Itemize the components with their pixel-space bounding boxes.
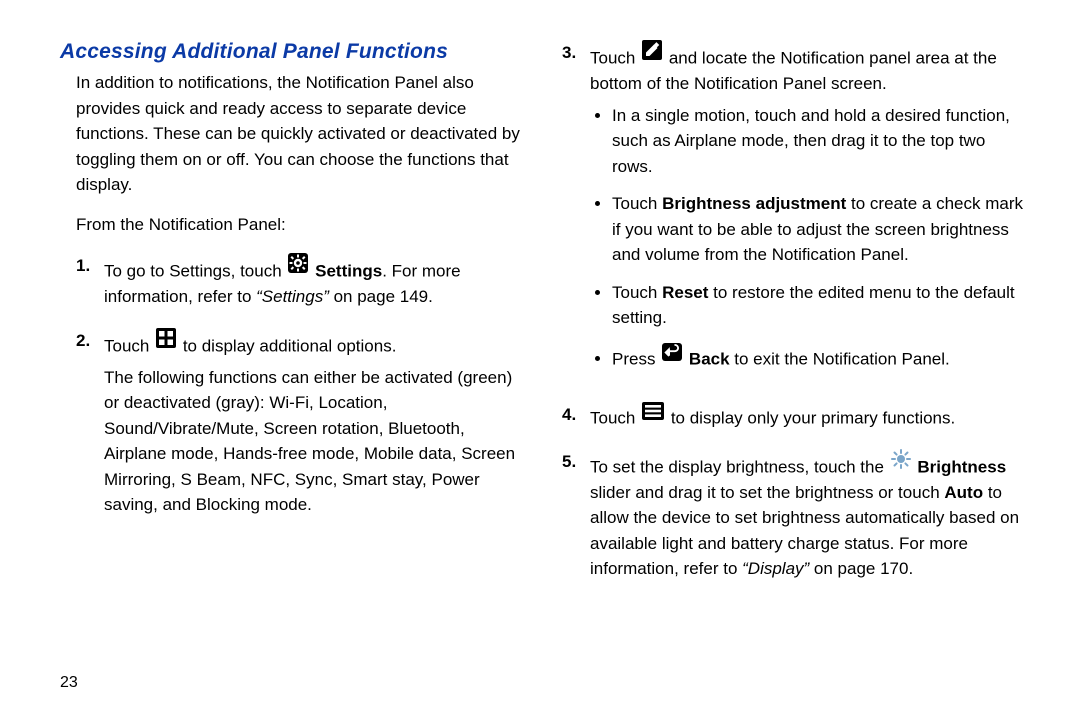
gear-icon (288, 253, 308, 281)
sub-bullets: In a single motion, touch and hold a des… (590, 103, 1028, 372)
bullet: Touch Reset to restore the edited menu t… (612, 280, 1028, 331)
text: to exit the Notification Panel. (730, 349, 950, 368)
step-3: 3. Touch and locate the N (562, 40, 1028, 384)
step-number: 3. (562, 40, 590, 384)
left-column: Accessing Additional Panel Functions In … (60, 40, 526, 600)
bullet: In a single motion, touch and hold a des… (612, 103, 1028, 180)
cross-ref: “Display” (742, 559, 809, 578)
step-number: 1. (76, 253, 104, 310)
text: to display additional options. (183, 336, 397, 355)
bold-term: Brightness (917, 457, 1006, 476)
steps-list-right: 3. Touch and locate the N (562, 40, 1028, 582)
text: To set the display brightness, touch the (590, 457, 889, 476)
step-body: Touch to display addition (104, 328, 526, 518)
step-body: Touch and locate the Notification panel … (590, 40, 1028, 384)
text: Press (612, 349, 660, 368)
edit-pencil-icon (642, 40, 662, 68)
functions-list-text: The following functions can either be ac… (104, 365, 526, 518)
step-5: 5. To set the display brightness, touch … (562, 449, 1028, 582)
step-body: To set the display brightness, touch the (590, 449, 1028, 582)
cross-ref: “Settings” (256, 287, 329, 306)
step-4: 4. Touch (562, 402, 1028, 431)
text: Touch (104, 336, 154, 355)
manual-page: Accessing Additional Panel Functions In … (0, 0, 1080, 720)
text: slider and drag it to set the brightness… (590, 483, 944, 502)
list-rows-icon (642, 402, 664, 428)
back-icon (662, 343, 682, 369)
brightness-sun-icon (891, 449, 911, 477)
text: on page 149. (329, 287, 433, 306)
step-2: 2. Touch (76, 328, 526, 518)
section-heading: Accessing Additional Panel Functions (60, 40, 526, 64)
two-column-layout: Accessing Additional Panel Functions In … (60, 40, 1028, 600)
grid-expand-icon (156, 328, 176, 356)
text: to display only your primary functions. (671, 408, 955, 427)
text: Touch (612, 194, 662, 213)
steps-list-left: 1. To go to Settings, touch (60, 253, 526, 518)
step-body: To go to Settings, touch (104, 253, 526, 310)
settings-label: Settings (315, 262, 382, 281)
text: To go to Settings, touch (104, 262, 286, 281)
page-number: 23 (60, 674, 78, 692)
step-number: 4. (562, 402, 590, 431)
text: Touch (590, 408, 640, 427)
text: Touch (590, 49, 640, 68)
intro-paragraph: In addition to notifications, the Notifi… (60, 70, 526, 198)
bold-term: Back (689, 349, 730, 368)
text: on page 170. (809, 559, 913, 578)
step-number: 2. (76, 328, 104, 518)
step-number: 5. (562, 449, 590, 582)
text: Touch (612, 283, 662, 302)
bullet: Press Back to exit the Not (612, 343, 1028, 372)
step-body: Touch to display only your primary funct… (590, 402, 1028, 431)
from-line: From the Notification Panel: (60, 212, 526, 238)
step-1: 1. To go to Settings, touch (76, 253, 526, 310)
right-column: 3. Touch and locate the N (562, 40, 1028, 600)
bullet: Touch Brightness adjustment to create a … (612, 191, 1028, 268)
bold-term: Auto (944, 483, 983, 502)
bold-term: Reset (662, 283, 708, 302)
bold-term: Brightness adjustment (662, 194, 846, 213)
